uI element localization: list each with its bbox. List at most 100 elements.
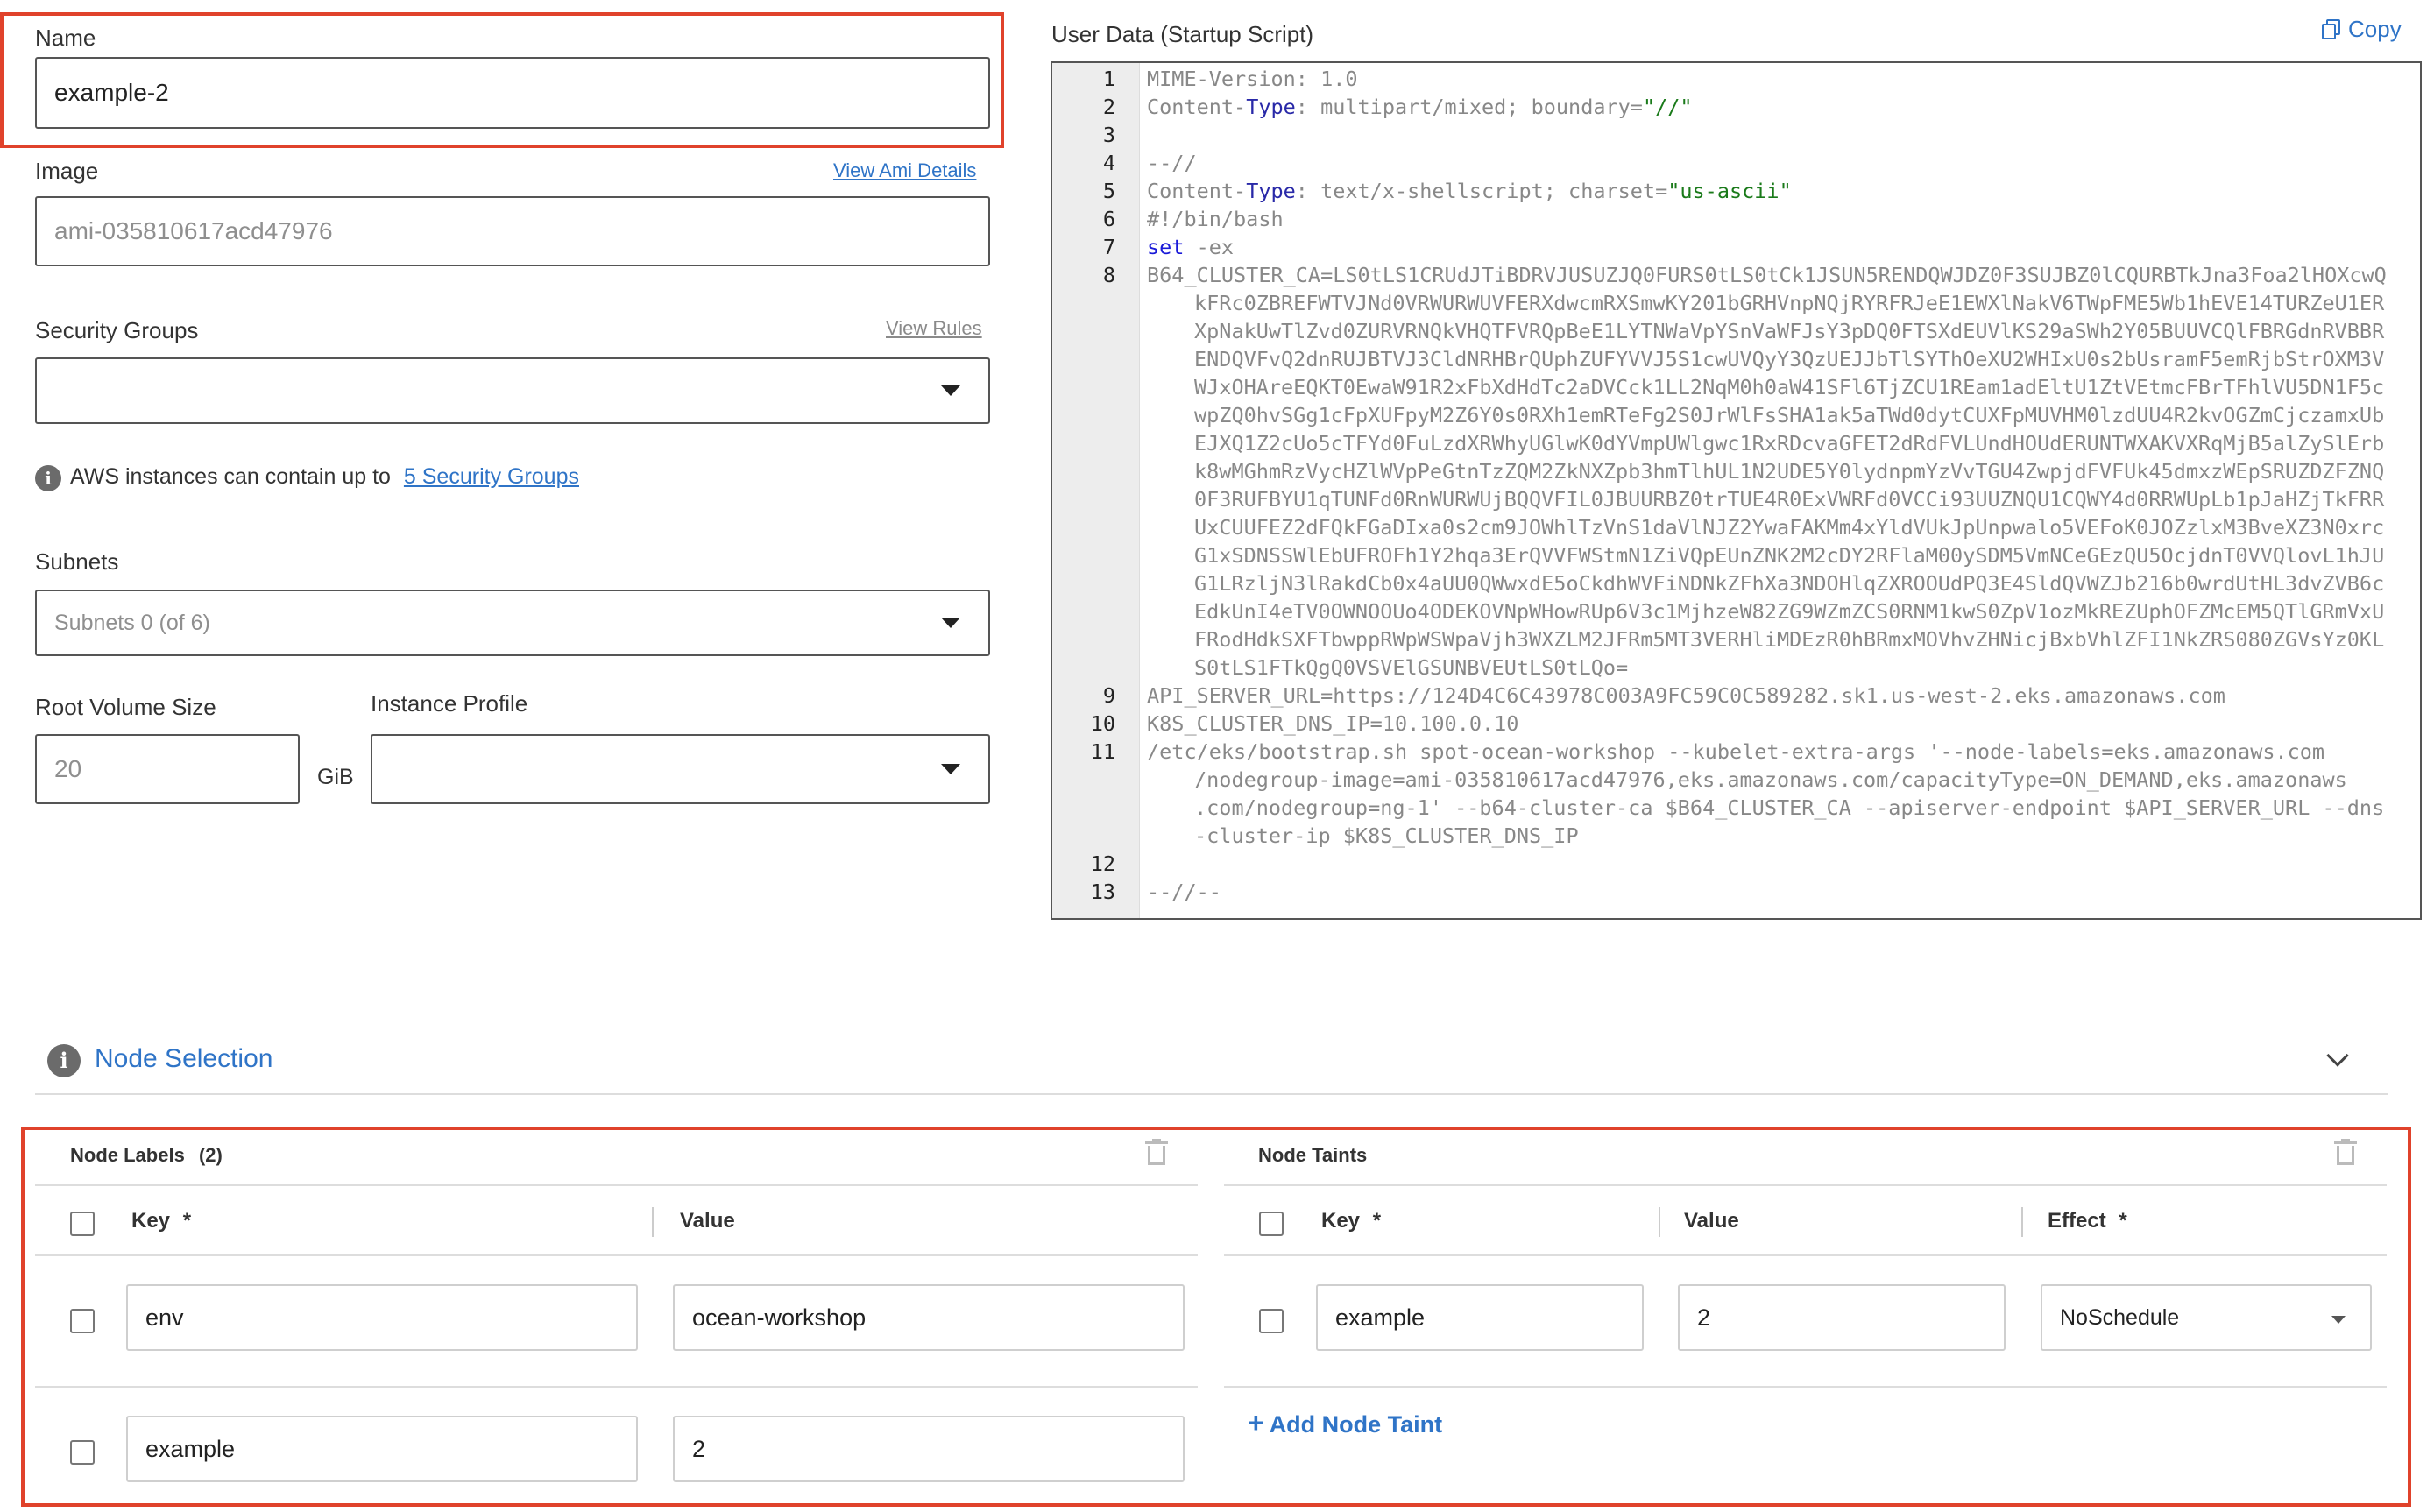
view-rules-link[interactable]: View Rules: [886, 317, 982, 340]
code-text: API_SERVER_URL=https://124D4C6C43978C003…: [1147, 683, 2225, 708]
code-line: 4 --//: [1052, 149, 2420, 177]
code-wrap-block: /nodegroup-image=ami-035810617acd47976,e…: [1052, 766, 2420, 850]
code-text: set -ex: [1140, 233, 1234, 261]
code-wrap-line: G1xSDNSSWlEbUFROFh1Y2hqa3ErQVVFWStmN1ZiV…: [1194, 543, 2385, 568]
code-token: : multipart/mixed; boundary=: [1295, 95, 1643, 119]
line-number: 1: [1102, 67, 1115, 91]
node-selection-header[interactable]: i Node Selection: [35, 1042, 2388, 1095]
instance-profile-label: Instance Profile: [371, 690, 528, 717]
security-groups-select[interactable]: [35, 357, 990, 424]
code-line: 9 API_SERVER_URL=https://124D4C6C43978C00…: [1052, 682, 2420, 710]
view-ami-details-link[interactable]: View Ami Details: [833, 159, 976, 182]
root-volume-unit: GiB: [317, 765, 354, 789]
chevron-down-icon: [941, 385, 960, 396]
root-volume-input[interactable]: 20: [35, 734, 300, 804]
trash-icon[interactable]: [2334, 1139, 2357, 1167]
user-data-editor[interactable]: 1 MIME-Version: 1.0 2 Content-Type: multip…: [1051, 61, 2422, 920]
taint-key-input[interactable]: example: [1316, 1284, 1644, 1351]
line-number: 2: [1102, 95, 1115, 119]
code-line: 12: [1052, 850, 2420, 878]
label-key-value: example: [145, 1435, 236, 1462]
taint-value-input[interactable]: 2: [1678, 1284, 2006, 1351]
code-wrap-line: WJxOHAreEQKT0EwaW91R2xFbXdHdTc2aDVCck1LL…: [1194, 375, 2385, 399]
column-header-value: Value: [680, 1209, 735, 1233]
root-volume-label: Root Volume Size: [35, 694, 216, 720]
subnets-select[interactable]: Subnets 0 (of 6): [35, 590, 990, 656]
taint-key-value: example: [1335, 1304, 1426, 1331]
add-node-taint-button[interactable]: + Add Node Taint: [1248, 1407, 1442, 1439]
code-wrap-line: FRodHdkSXFTbwppRWpWSWpaVjh3WXZLM2JFRm5MT…: [1194, 627, 2385, 652]
image-input-value: ami-035810617acd47976: [54, 217, 333, 244]
trash-icon[interactable]: [1145, 1139, 1168, 1167]
label-value-input[interactable]: ocean-workshop: [673, 1284, 1185, 1351]
node-labels-title-text: Node Labels: [70, 1144, 185, 1166]
row-checkbox[interactable]: [70, 1440, 95, 1465]
code-wrap-line: ENDQVFvQ2dnRUJBTVJ3CldNRHBrQUphZUFYVVJ5S…: [1194, 347, 2385, 371]
column-divider: [652, 1207, 654, 1237]
taint-effect-value: NoSchedule: [2060, 1304, 2180, 1330]
line-number: 10: [1090, 711, 1115, 736]
row-checkbox[interactable]: [70, 1309, 95, 1333]
code-wrap-line: -cluster-ip $K8S_CLUSTER_DNS_IP: [1194, 823, 1579, 848]
copy-button[interactable]: Copy: [2322, 16, 2402, 43]
code-token: -ex: [1184, 235, 1235, 259]
line-number: 11: [1090, 739, 1115, 764]
code-wrap-line: EJXQ1Z2cUo5cTFYd0FuLzdXRWhyUGlwK0dYVmpUW…: [1194, 431, 2385, 456]
divider: [35, 1254, 1198, 1256]
code-wrap-line: wpZQ0hvSGg1cFpXUFpyM2Z6Y0s0RXh1emRTeFg2S…: [1194, 403, 2385, 427]
node-labels-title: Node Labels (2): [70, 1144, 223, 1167]
column-header-key: Key *: [131, 1209, 191, 1233]
label-value-input[interactable]: 2: [673, 1416, 1185, 1482]
select-all-checkbox[interactable]: [70, 1212, 95, 1236]
node-selection-label: Node Selection: [95, 1044, 273, 1073]
line-number: 13: [1090, 880, 1115, 904]
subnets-label: Subnets: [35, 548, 119, 575]
label-value-value: 2: [692, 1435, 706, 1462]
code-text: Content-Type: text/x-shellscript; charse…: [1140, 177, 1792, 205]
caret-down-icon: [2331, 1316, 2346, 1324]
instance-profile-select[interactable]: [371, 734, 990, 804]
root-volume-value: 20: [54, 755, 82, 782]
line-number: 12: [1090, 851, 1115, 876]
code-line: 3: [1052, 121, 2420, 149]
taint-effect-select[interactable]: NoSchedule: [2041, 1284, 2372, 1351]
code-text: MIME-Version: 1.0: [1147, 67, 1358, 91]
code-text: #!/bin/bash: [1147, 207, 1284, 231]
divider: [35, 1386, 1198, 1388]
code-text: Content-Type: multipart/mixed; boundary=…: [1140, 93, 1693, 121]
code-line: 7 set -ex: [1052, 233, 2420, 261]
add-node-taint-label: Add Node Taint: [1269, 1411, 1443, 1438]
column-header-key-label: Key: [1321, 1209, 1361, 1233]
label-key-input[interactable]: example: [126, 1416, 638, 1482]
code-wrap-block: kFRc0ZBREFWTVJNd0VRWURWUVFERXdwcmRXSmwKY…: [1052, 289, 2420, 682]
code-keyword: Type: [1246, 179, 1296, 203]
chevron-down-icon: [941, 764, 960, 774]
divider: [1224, 1184, 2387, 1186]
code-line: 5 Content-Type: text/x-shellscript; chars…: [1052, 177, 2420, 205]
code-keyword: Type: [1246, 95, 1296, 119]
required-marker: *: [1372, 1209, 1382, 1233]
image-input[interactable]: ami-035810617acd47976: [35, 196, 990, 266]
code-text: --//--: [1147, 880, 1221, 904]
row-checkbox[interactable]: [1259, 1309, 1284, 1333]
code-text: /etc/eks/bootstrap.sh spot-ocean-worksho…: [1147, 739, 2325, 764]
copy-label: Copy: [2348, 16, 2402, 42]
code-wrap-line: UxCUUFEZ2dFQkFGaDIxa0s2cm9JOWhlTzVnS1daV…: [1194, 515, 2385, 540]
chevron-down-icon[interactable]: [2326, 1044, 2349, 1067]
info-icon: i: [47, 1044, 81, 1077]
security-groups-limit-link[interactable]: 5 Security Groups: [404, 464, 579, 489]
info-icon: i: [35, 465, 61, 491]
label-value-value: ocean-workshop: [692, 1304, 867, 1331]
node-labels-count: (2): [198, 1144, 223, 1166]
select-all-checkbox[interactable]: [1259, 1212, 1284, 1236]
line-number: 7: [1102, 235, 1115, 259]
label-key-input[interactable]: env: [126, 1284, 638, 1351]
column-divider: [1659, 1207, 1660, 1237]
name-input[interactable]: example-2: [35, 57, 990, 129]
code-text: --//: [1147, 151, 1197, 175]
column-header-key-label: Key: [131, 1209, 171, 1233]
code-line: 11/etc/eks/bootstrap.sh spot-ocean-works…: [1052, 738, 2420, 766]
code-wrap-line: kFRc0ZBREFWTVJNd0VRWURWUVFERXdwcmRXSmwKY…: [1194, 291, 2385, 315]
